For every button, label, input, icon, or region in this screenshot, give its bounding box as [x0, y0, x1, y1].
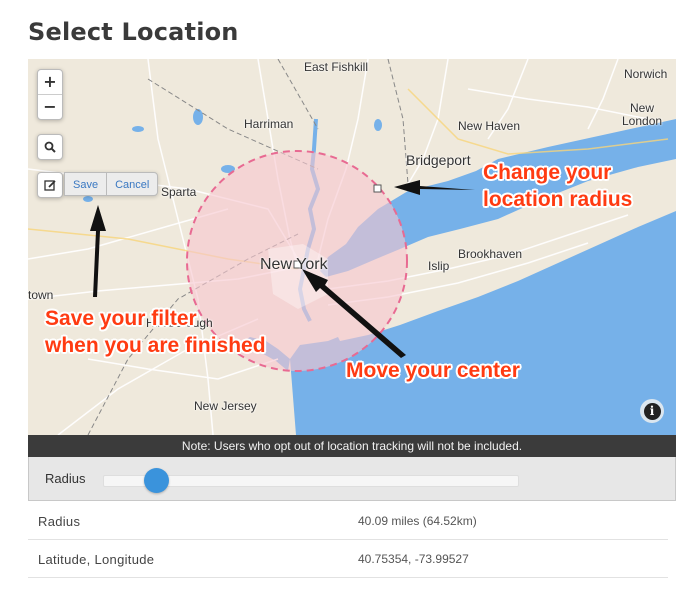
zoom-out-button[interactable]: − — [38, 94, 62, 119]
map-label-harriman: Harriman — [244, 117, 294, 131]
save-button[interactable]: Save — [65, 173, 106, 195]
map-label-new-london: New London — [622, 101, 663, 128]
radius-panel: Radius — [28, 457, 676, 501]
radius-slider-handle[interactable] — [143, 468, 169, 493]
detail-row-radius: Radius 40.09 miles (64.52km) — [28, 502, 668, 540]
map-info-button[interactable]: i — [640, 399, 664, 423]
detail-value: 40.09 miles (64.52km) — [358, 514, 477, 528]
search-icon — [44, 141, 56, 153]
map-label-bridgeport: Bridgeport — [406, 152, 471, 168]
annotation-radius: Change your location radius — [483, 161, 633, 211]
search-button[interactable] — [38, 135, 62, 159]
annotation-save: Save your filter when you are finished — [45, 307, 266, 357]
map-label-brookhaven: Brookhaven — [458, 247, 523, 261]
edit-icon — [43, 179, 56, 191]
cancel-button[interactable]: Cancel — [106, 173, 157, 195]
map-label-islip: Islip — [428, 259, 450, 273]
map-label-norwich: Norwich — [624, 67, 668, 81]
radius-handle — [373, 184, 382, 193]
zoom-control: + − — [37, 69, 63, 120]
map-label-sparta: Sparta — [161, 185, 197, 199]
map-label-new-haven: New Haven — [458, 119, 521, 133]
edit-actions: Save Cancel — [64, 172, 159, 196]
map-label-east-fishkill: East Fishkill — [304, 60, 369, 74]
page-title: Select Location — [28, 18, 239, 46]
map-label-town: town — [28, 288, 54, 302]
location-map[interactable]: East Fishkill Norwich Harriman New Haven… — [28, 59, 676, 435]
annotation-center: Move your center — [346, 359, 520, 382]
edit-toolbar: Save Cancel — [37, 172, 159, 198]
edit-button[interactable] — [37, 172, 63, 198]
info-icon: i — [643, 402, 661, 420]
detail-row-lat-long: Latitude, Longitude 40.75354, -73.99527 — [28, 540, 668, 578]
search-control — [37, 134, 63, 160]
location-details: Radius 40.09 miles (64.52km) Latitude, L… — [28, 502, 668, 578]
detail-key: Latitude, Longitude — [38, 552, 155, 567]
map-label-new-jersey: New Jersey — [194, 399, 257, 413]
radius-slider[interactable] — [103, 468, 519, 493]
zoom-in-button[interactable]: + — [38, 70, 62, 94]
radius-slider-label: Radius — [45, 471, 86, 486]
detail-key: Radius — [38, 514, 81, 529]
detail-value: 40.75354, -73.99527 — [358, 552, 469, 566]
map-label-new-york: New York — [260, 256, 328, 273]
location-tracking-note: Note: Users who opt out of location trac… — [28, 435, 676, 457]
